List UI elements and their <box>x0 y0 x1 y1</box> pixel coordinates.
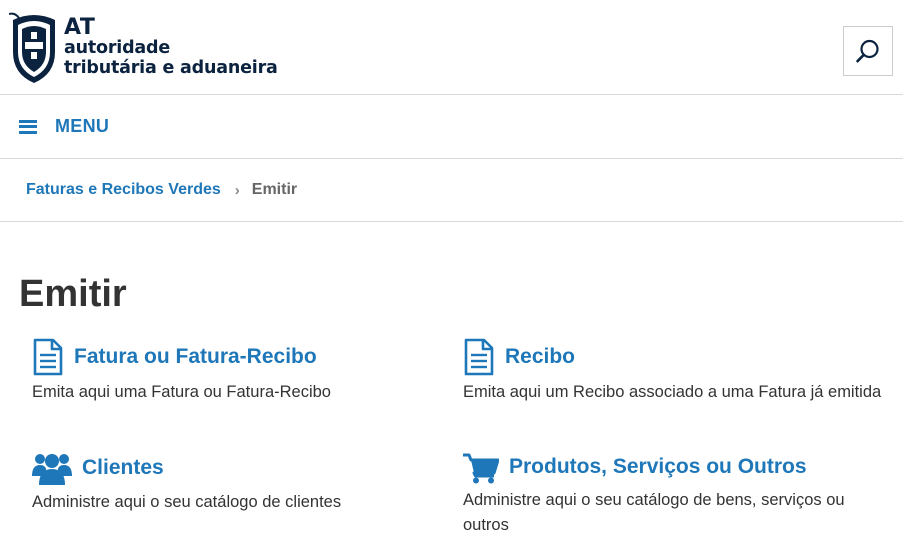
card-description: Administre aqui o seu catálogo de bens, … <box>463 491 845 534</box>
coat-of-arms-icon <box>9 12 55 83</box>
recibo-link[interactable]: Recibo <box>463 338 883 376</box>
logo-autoridade: autoridade <box>64 38 171 58</box>
search-button[interactable] <box>843 26 893 76</box>
hamburger-icon <box>19 119 37 134</box>
produtos-link[interactable]: Produtos, Serviços ou Outros <box>463 450 883 484</box>
document-icon <box>464 338 494 376</box>
menu-button[interactable]: MENU <box>19 116 109 137</box>
site-header: AT autoridade tributária e aduaneira <box>0 0 903 95</box>
card-description: Emita aqui uma Fatura ou Fatura-Recibo <box>32 383 331 401</box>
breadcrumb-current: Emitir <box>251 181 298 198</box>
menu-bar: MENU <box>0 95 903 159</box>
card-description: Administre aqui o seu catálogo de client… <box>32 493 342 511</box>
card-recibo: Recibo Emita aqui um Recibo associado a … <box>463 338 883 405</box>
page-title: Emitir <box>19 273 127 315</box>
card-title: Clientes <box>82 456 164 479</box>
document-icon <box>33 338 63 376</box>
logo-text: AT autoridade tributária e aduaneira <box>64 15 278 79</box>
card-title: Fatura ou Fatura-Recibo <box>74 345 317 368</box>
card-clientes: Clientes Administre aqui o seu catálogo … <box>32 450 452 515</box>
at-logo[interactable]: AT autoridade tributária e aduaneira <box>9 12 279 86</box>
menu-label: MENU <box>55 116 110 136</box>
card-fatura: Fatura ou Fatura-Recibo Emita aqui uma F… <box>32 338 452 405</box>
chevron-right-icon: › <box>234 181 240 199</box>
clientes-link[interactable]: Clientes <box>32 450 452 486</box>
breadcrumb: Faturas e Recibos Verdes › Emitir <box>0 159 903 222</box>
card-title: Recibo <box>505 345 576 368</box>
card-produtos: Produtos, Serviços ou Outros Administre … <box>463 450 883 538</box>
card-title: Produtos, Serviços ou Outros <box>509 455 807 478</box>
shopping-cart-icon <box>463 453 499 484</box>
logo-at: AT <box>64 15 96 40</box>
users-icon <box>32 454 72 485</box>
search-icon <box>856 39 879 63</box>
fatura-link[interactable]: Fatura ou Fatura-Recibo <box>32 338 452 376</box>
card-description: Emita aqui um Recibo associado a uma Fat… <box>463 383 882 401</box>
breadcrumb-parent-link[interactable]: Faturas e Recibos Verdes <box>26 181 221 199</box>
logo-tributaria: tributária e aduaneira <box>64 58 278 78</box>
